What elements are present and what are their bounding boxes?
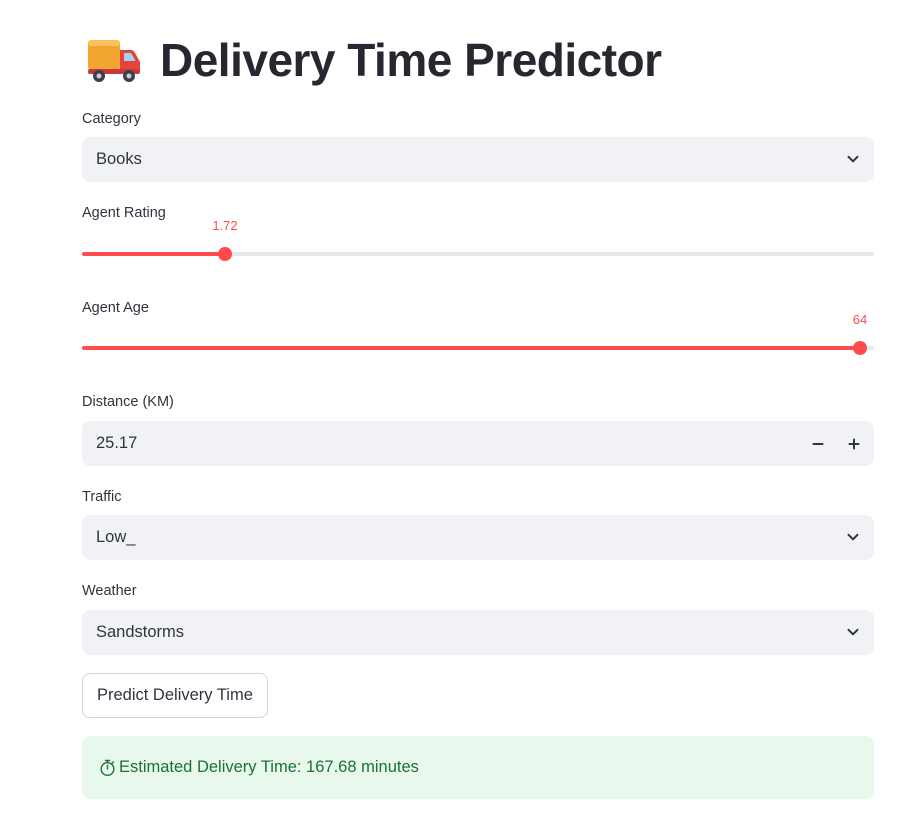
minus-icon <box>812 442 824 445</box>
weather-select[interactable]: Sandstorms <box>82 610 874 655</box>
category-label: Category <box>82 111 141 127</box>
agent-rating-slider[interactable]: 1.72 <box>82 218 874 264</box>
chevron-down-icon <box>847 533 859 541</box>
app-page: Delivery Time Predictor Category Books A… <box>0 0 922 816</box>
slider-fill <box>82 252 225 256</box>
traffic-select[interactable]: Low_ <box>82 515 874 560</box>
traffic-label: Traffic <box>82 489 122 505</box>
page-title: Delivery Time Predictor <box>160 34 662 86</box>
estimated-delivery-time-text: Estimated Delivery Time: 167.68 minutes <box>119 758 419 776</box>
agent-age-slider[interactable]: 64 <box>82 312 874 358</box>
predict-delivery-time-button[interactable]: Predict Delivery Time <box>82 673 268 718</box>
decrement-button[interactable] <box>800 421 836 466</box>
delivery-truck-icon <box>88 40 141 82</box>
agent-age-value: 64 <box>852 312 868 327</box>
category-select[interactable]: Books <box>82 137 874 182</box>
result-success-box: Estimated Delivery Time: 167.68 minutes <box>82 736 874 799</box>
slider-thumb[interactable] <box>218 247 232 261</box>
stopwatch-icon <box>100 759 115 776</box>
page-header: Delivery Time Predictor <box>86 30 662 90</box>
distance-input-value[interactable]: 25.17 <box>96 421 137 466</box>
chevron-down-icon <box>847 628 859 636</box>
slider-thumb[interactable] <box>853 341 867 355</box>
traffic-selected-value: Low_ <box>96 528 136 546</box>
chevron-down-icon <box>847 155 859 163</box>
plus-icon <box>848 438 860 449</box>
distance-label: Distance (KM) <box>82 394 174 410</box>
category-selected-value: Books <box>96 150 142 168</box>
distance-number-input: 25.17 <box>82 421 874 466</box>
agent-age-label: Agent Age <box>82 300 149 316</box>
agent-rating-value: 1.72 <box>212 218 238 233</box>
weather-label: Weather <box>82 583 137 599</box>
weather-selected-value: Sandstorms <box>96 623 185 641</box>
slider-fill <box>82 346 860 350</box>
agent-rating-label: Agent Rating <box>82 205 166 221</box>
increment-button[interactable] <box>836 421 872 466</box>
